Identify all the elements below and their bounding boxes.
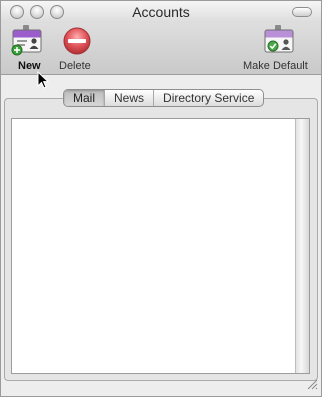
delete-label: Delete <box>59 60 91 72</box>
resize-grip-icon[interactable] <box>306 378 318 393</box>
accounts-list[interactable] <box>11 118 310 374</box>
account-type-tabs: Mail News Directory Service <box>63 89 265 107</box>
make-default-label: Make Default <box>243 60 308 72</box>
tab-mail[interactable]: Mail <box>64 90 105 106</box>
accounts-list-scrollbar[interactable] <box>295 119 309 373</box>
accounts-window: Accounts New Delete Make Default Mail Ne… <box>0 0 322 397</box>
tab-news[interactable]: News <box>104 90 153 106</box>
toolbar: New Delete Make Default <box>1 23 321 89</box>
title-bar[interactable]: Accounts <box>1 1 321 23</box>
tab-directory-service[interactable]: Directory Service <box>153 90 263 106</box>
window-title: Accounts <box>132 4 190 20</box>
mouse-cursor-icon <box>37 70 50 92</box>
toolbar-toggle-button[interactable] <box>292 7 312 17</box>
